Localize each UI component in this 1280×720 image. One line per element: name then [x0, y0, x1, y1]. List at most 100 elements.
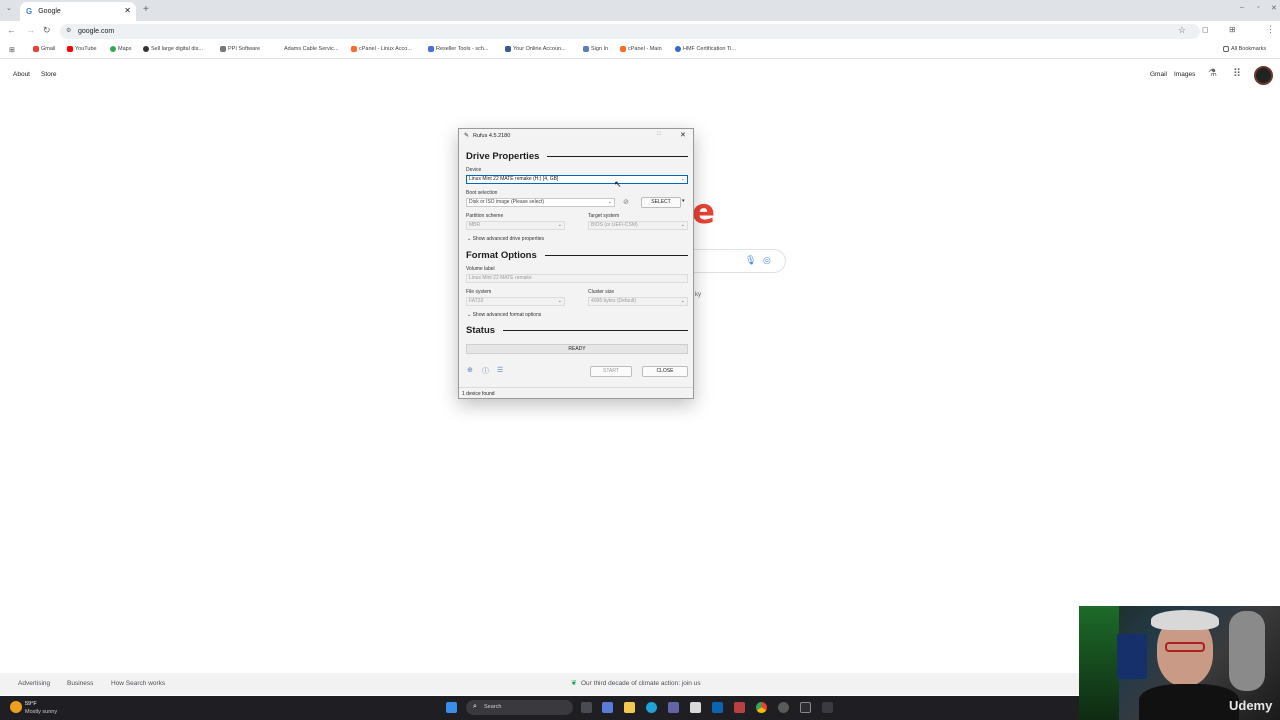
gmail-link[interactable]: Gmail	[1150, 71, 1167, 78]
browser-toolbar: ← → ↻ ⚙ google.com ☆ ◻ ⊞ ⋮	[0, 21, 1280, 57]
back-arrow-icon[interactable]: ←	[7, 25, 16, 35]
feeling-lucky-fragment[interactable]: ky	[695, 292, 701, 298]
more-menu-icon[interactable]: ⋮	[1266, 24, 1275, 35]
microphone	[1229, 611, 1265, 691]
site-info-icon[interactable]: ⚙	[66, 27, 71, 34]
footer-how-search-works[interactable]: How Search works	[111, 680, 165, 687]
file-explorer-icon[interactable]	[624, 702, 635, 713]
task-view-icon[interactable]	[581, 702, 592, 713]
bookmark-sign-in[interactable]: Sign In	[583, 46, 608, 52]
search-icon: ⌕	[473, 703, 477, 710]
edge-icon[interactable]	[646, 702, 657, 713]
taskbar-search[interactable]: ⌕ Search	[466, 700, 573, 715]
address-bar[interactable]: ⚙ google.com ☆	[60, 24, 1200, 39]
checksum-icon[interactable]: ⊘	[623, 198, 629, 206]
bookmark-star-icon[interactable]: ☆	[1178, 25, 1186, 36]
voice-search-mic-icon[interactable]: 🎙	[745, 255, 756, 266]
device-select[interactable]: Linux Mint 22 MATE remake (H:) [4, GB] ⌄	[466, 175, 688, 184]
chevron-down-icon: ⌄	[680, 222, 685, 228]
footer-climate-link[interactable]: Our third decade of climate action: join…	[581, 680, 701, 687]
bookmark-hmf-cert[interactable]: HMF Certification Ti...	[675, 46, 736, 52]
rufus-taskbar-icon[interactable]	[822, 702, 833, 713]
bookmark-cpanel-main[interactable]: cPanel - Main	[620, 46, 662, 52]
store-link[interactable]: Store	[41, 71, 57, 78]
store-icon[interactable]	[690, 702, 701, 713]
select-dropdown-icon[interactable]: ▾	[682, 198, 685, 204]
settings-log-icon[interactable]: ☰	[497, 366, 503, 374]
select-button[interactable]: SELECT	[641, 197, 681, 208]
images-link[interactable]: Images	[1174, 71, 1195, 78]
app-icon[interactable]	[734, 702, 745, 713]
account-avatar[interactable]	[1254, 66, 1273, 85]
bookmark-cpanel-linux[interactable]: cPanel - Linux Acco...	[351, 46, 412, 52]
window-close-icon[interactable]: ✕	[1271, 4, 1277, 12]
bookmark-ppi-software[interactable]: PPI Software	[220, 46, 260, 52]
new-tab-plus-icon[interactable]: +	[143, 4, 149, 15]
chevron-down-icon: ⌄	[557, 298, 562, 304]
weather-desc: Mostly sunny	[25, 709, 58, 715]
bookmark-reseller-tools[interactable]: Reseller Tools - sch...	[428, 46, 488, 52]
show-advanced-drive-toggle[interactable]: ⌄ Show advanced drive properties	[467, 236, 544, 242]
background-monitor	[1117, 634, 1147, 679]
footer-advertising[interactable]: Advertising	[18, 680, 50, 687]
volume-label-label: Volume label	[466, 266, 495, 272]
chevron-down-icon: ⌄	[680, 176, 685, 182]
partition-scheme-select[interactable]: MBR ⌄	[466, 221, 565, 230]
bookmark-maps[interactable]: Maps	[110, 46, 131, 52]
maps-pin-icon	[110, 46, 116, 52]
rufus-usb-icon: ✎	[464, 133, 470, 139]
maximize-disabled-icon: □	[657, 131, 661, 137]
about-info-icon[interactable]: ⓘ	[482, 366, 489, 376]
bookmark-gmail[interactable]: Gmail	[33, 46, 55, 52]
webcam-overlay: Udemy	[1079, 606, 1280, 720]
teams-icon[interactable]	[668, 702, 679, 713]
tab-list-chevron-icon[interactable]: ⌄	[6, 4, 12, 12]
copilot-icon[interactable]	[602, 702, 613, 713]
file-system-select[interactable]: FAT32 ⌄	[466, 297, 565, 306]
cpanel-icon	[351, 46, 357, 52]
dialog-close-icon[interactable]: ✕	[680, 131, 686, 139]
rufus-status-bar: 1 device found	[459, 387, 693, 399]
chrome-icon[interactable]	[756, 702, 767, 713]
target-system-select[interactable]: BIOS (or UEFI-CSM) ⌄	[588, 221, 688, 230]
close-button[interactable]: CLOSE	[642, 366, 688, 377]
windows-start-icon[interactable]	[446, 702, 457, 713]
lens-camera-icon[interactable]: ◎	[763, 255, 771, 266]
drive-properties-heading: Drive Properties	[466, 151, 688, 162]
apps-grid-icon[interactable]: ⊞	[9, 46, 15, 54]
minimize-icon[interactable]: –	[1240, 4, 1244, 11]
search-box-fragment[interactable]: 🎙 ◎	[690, 249, 786, 273]
start-button[interactable]: START	[590, 366, 632, 377]
footer-business[interactable]: Business	[67, 680, 93, 687]
tab-google[interactable]: G Google ✕	[20, 2, 136, 21]
google-apps-icon[interactable]: ⠿	[1233, 67, 1241, 80]
tab-strip: ⌄ G Google ✕ + – ▫ ✕	[0, 0, 1280, 21]
profile-switch-icon[interactable]: ⊞	[1229, 25, 1236, 34]
bookmark-youtube[interactable]: YouTube	[67, 46, 97, 52]
bookmark-sell-large[interactable]: Sell large digital dis...	[143, 46, 203, 52]
labs-flask-icon[interactable]: ⚗	[1208, 68, 1217, 79]
bookmark-online-account[interactable]: Your Online Accoun...	[505, 46, 566, 52]
all-bookmarks[interactable]: All Bookmarks	[1223, 46, 1266, 52]
boot-selection-select[interactable]: Disk or ISO image (Please select) ⌄	[466, 198, 615, 207]
reload-icon[interactable]: ↻	[43, 25, 51, 36]
volume-label-input[interactable]: Linux Mint 22 MATE remake	[466, 274, 688, 283]
chevron-down-icon: ⌄	[607, 199, 612, 205]
tab-close-icon[interactable]: ✕	[124, 6, 131, 15]
format-options-heading: Format Options	[466, 250, 688, 261]
terminal-icon[interactable]	[800, 702, 811, 713]
outlook-icon[interactable]	[712, 702, 723, 713]
about-link[interactable]: About	[13, 71, 30, 78]
background-green-light	[1079, 606, 1119, 720]
maximize-icon[interactable]: ▫	[1257, 4, 1259, 11]
bookmark-adams-cable[interactable]: Adams Cable Servic...	[284, 46, 338, 52]
site-icon	[505, 46, 511, 52]
extensions-icon[interactable]: ◻	[1202, 25, 1209, 34]
show-advanced-format-toggle[interactable]: ⌄ Show advanced format options	[467, 312, 541, 318]
cluster-size-select[interactable]: 4096 bytes (Default) ⌄	[588, 297, 688, 306]
forward-arrow-icon[interactable]: →	[26, 25, 35, 35]
presenter-shirt	[1139, 684, 1239, 720]
language-globe-icon[interactable]: ⊕	[467, 366, 473, 374]
weather-sun-icon[interactable]	[10, 701, 22, 713]
settings-gear-icon[interactable]	[778, 702, 789, 713]
